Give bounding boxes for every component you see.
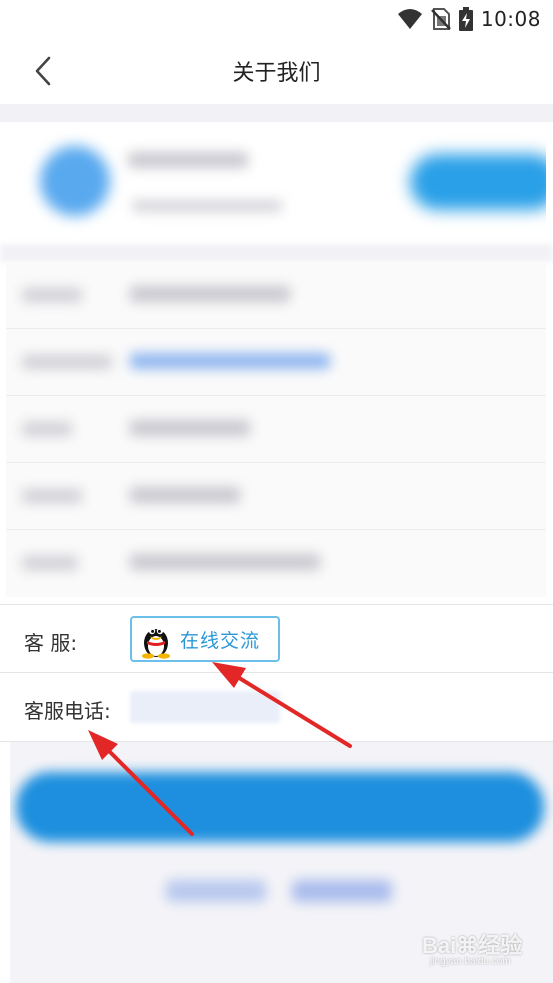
blurred-action-button <box>410 154 546 210</box>
section-divider <box>0 104 553 122</box>
blurred-info-row <box>6 396 546 463</box>
qq-penguin-icon <box>142 627 170 659</box>
blurred-link-value <box>130 353 330 369</box>
section-divider <box>0 244 553 262</box>
blurred-info-row <box>6 262 546 329</box>
blurred-app-version <box>132 200 282 212</box>
blurred-label <box>22 556 78 570</box>
blurred-label <box>22 288 82 302</box>
nav-bar: 关于我们 <box>0 38 553 104</box>
blurred-value <box>130 420 250 436</box>
status-bar: 10:08 <box>0 0 553 38</box>
online-chat-label: 在线交流 <box>180 629 261 652</box>
blurred-value <box>130 286 290 302</box>
blurred-link <box>166 880 266 902</box>
blurred-primary-button <box>16 772 544 842</box>
blurred-label <box>22 355 112 369</box>
blurred-info-row <box>6 463 546 530</box>
blurred-avatar <box>40 146 110 216</box>
blurred-value <box>130 554 320 570</box>
status-icons: 10:08 <box>397 6 541 32</box>
blurred-label <box>22 489 82 503</box>
blurred-link <box>292 880 392 902</box>
blurred-app-name <box>128 152 248 168</box>
baidu-watermark-url: jingyan.baidu.com <box>430 956 511 967</box>
blurred-profile-card <box>6 122 546 244</box>
customer-phone-label: 客服电话: <box>24 699 111 723</box>
wifi-icon <box>397 9 422 29</box>
customer-phone-value-blurred[interactable] <box>130 691 280 723</box>
blurred-label <box>22 422 72 436</box>
customer-service-row: 客 服: 在线交流 <box>0 604 553 672</box>
battery-charging-icon <box>458 7 473 31</box>
blurred-info-list <box>6 262 546 597</box>
customer-service-label: 客 服: <box>24 631 78 655</box>
blurred-info-row <box>6 530 546 597</box>
status-clock: 10:08 <box>480 7 541 31</box>
no-sim-icon <box>430 8 451 30</box>
customer-phone-row: 客服电话: <box>0 672 553 742</box>
blurred-info-row <box>6 329 546 396</box>
blurred-value <box>130 487 240 503</box>
page-title: 关于我们 <box>232 61 321 86</box>
online-chat-button[interactable]: 在线交流 <box>130 616 280 662</box>
